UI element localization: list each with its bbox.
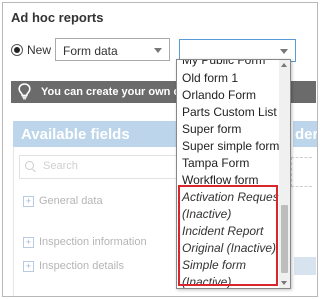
right-panel-title: der (295, 126, 317, 143)
right-panel-drop-area (291, 157, 312, 187)
fields-search-placeholder: Search (43, 160, 78, 172)
chevron-down-icon (154, 48, 162, 53)
available-fields-title: Available fields (21, 126, 130, 143)
expand-plus-icon[interactable]: + (23, 261, 34, 272)
dropdown-scrollbar[interactable] (279, 60, 290, 288)
dropdown-option[interactable]: Super form (182, 122, 241, 136)
inactive-forms-highlight-box (178, 185, 278, 286)
expand-plus-icon[interactable]: + (23, 196, 34, 207)
scroll-down-arrow-icon[interactable] (281, 281, 287, 285)
page-title: Ad hoc reports (11, 10, 104, 25)
field-group-label: General data (39, 195, 103, 207)
lightbulb-icon (18, 83, 31, 100)
new-radio-label: New (27, 43, 52, 57)
dropdown-option[interactable]: Super simple form (182, 139, 279, 153)
field-group-label: Inspection details (39, 260, 124, 272)
chevron-down-icon (280, 49, 288, 54)
scrollbar-thumb[interactable] (281, 205, 288, 273)
scroll-up-arrow-icon[interactable] (281, 63, 287, 67)
right-panel-button[interactable] (294, 257, 316, 275)
dropdown-option[interactable]: My Public Form (182, 60, 265, 67)
expand-plus-icon[interactable]: + (23, 237, 34, 248)
dropdown-option[interactable]: Tampa Form (182, 156, 249, 170)
right-panel-header: der (293, 121, 317, 147)
form-type-select-value: Form data (63, 44, 118, 58)
new-radio-button[interactable] (11, 44, 23, 56)
dropdown-option[interactable]: Parts Custom List (182, 105, 277, 119)
field-group-label: Inspection information (39, 236, 147, 248)
dropdown-option[interactable]: Orlando Form (182, 88, 256, 102)
fields-search-input[interactable]: Search (19, 155, 181, 179)
search-icon (25, 161, 34, 170)
form-type-select[interactable]: Form data (55, 38, 170, 61)
available-fields-header: Available fields (13, 121, 183, 147)
dropdown-option[interactable]: Old form 1 (182, 71, 238, 85)
